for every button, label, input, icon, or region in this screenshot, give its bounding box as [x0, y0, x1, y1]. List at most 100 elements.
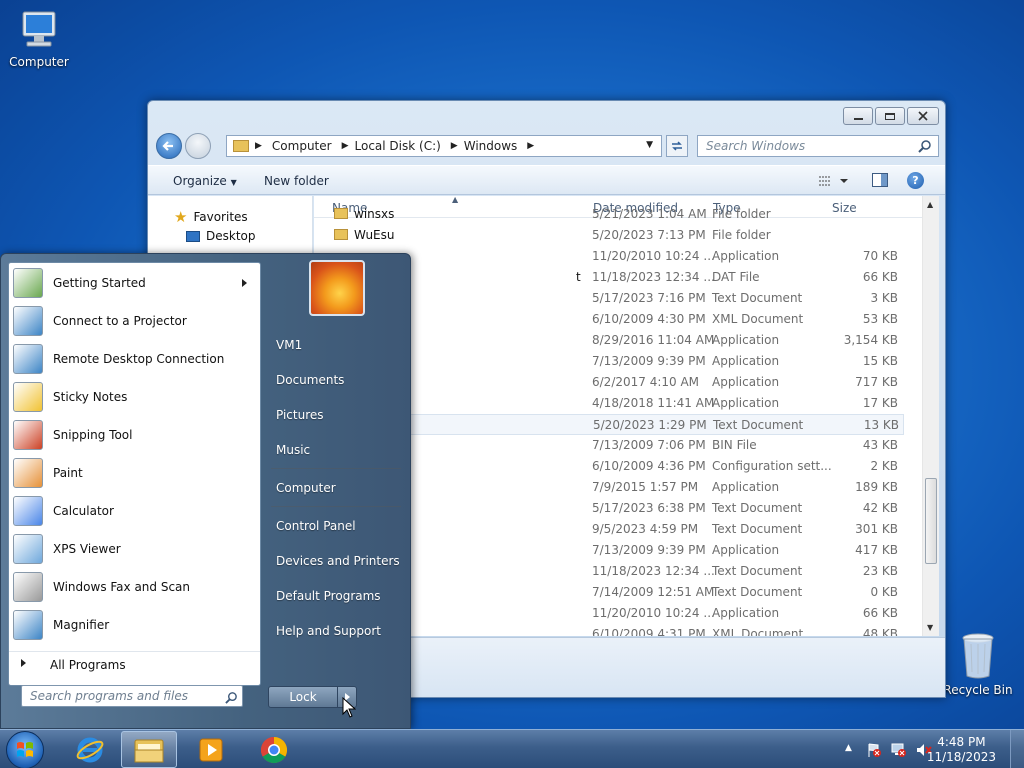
network-icon[interactable] [891, 742, 907, 761]
organize-button[interactable]: Organize ▼ [173, 174, 237, 188]
back-button[interactable] [156, 133, 182, 159]
vertical-scrollbar[interactable]: ▲ ▼ [922, 196, 939, 636]
internet-explorer-icon [76, 737, 104, 762]
lock-button[interactable]: Lock [268, 686, 338, 708]
submenu-arrow-icon[interactable] [242, 279, 247, 287]
table-row[interactable]: winsxs 5/21/2023 1:04 AM File folder [314, 204, 904, 225]
cell-date: 4/18/2018 11:41 AM [592, 396, 715, 410]
taskbar-media-player[interactable] [183, 731, 239, 768]
preview-pane-icon[interactable] [872, 173, 888, 187]
taskbar-chrome[interactable] [246, 731, 302, 768]
program-icon [13, 496, 43, 526]
cell-type: DAT File [712, 270, 760, 284]
cell-date: 6/10/2009 4:31 PM [592, 627, 706, 636]
start-search-input[interactable]: Search programs and files [21, 685, 243, 707]
start-place-item[interactable]: Documents [276, 373, 344, 387]
scroll-thumb[interactable] [925, 478, 937, 564]
close-button[interactable] [907, 107, 939, 125]
taskbar-windows-explorer[interactable] [121, 731, 177, 768]
cell-type: File folder [712, 228, 771, 242]
cell-date: 11/20/2010 10:24 ... [592, 606, 715, 620]
start-place-item[interactable]: Control Panel [276, 519, 356, 533]
cell-date: 6/10/2009 4:30 PM [592, 312, 706, 326]
program-icon [13, 344, 43, 374]
start-search-icon[interactable] [225, 691, 238, 707]
cell-date: 6/10/2009 4:36 PM [592, 459, 706, 473]
start-place-item[interactable]: VM1 [276, 338, 302, 352]
cell-type: Text Document [712, 291, 803, 305]
clock-date: 11/18/2023 [926, 750, 996, 764]
help-icon[interactable]: ? [907, 172, 924, 189]
cell-type: Text Document [712, 585, 803, 599]
start-place-item[interactable]: Help and Support [276, 624, 381, 638]
system-clock[interactable]: 4:48 PM 11/18/2023 [927, 735, 996, 765]
desktop-icon-recycle-bin[interactable]: Recycle Bin [938, 630, 1018, 697]
breadcrumb-local-disk[interactable]: Local Disk (C:) [355, 139, 441, 153]
search-windows-input[interactable]: Search Windows [697, 135, 939, 157]
restore-button[interactable] [875, 107, 905, 125]
start-program-item[interactable]: Paint [13, 455, 257, 491]
show-desktop-button[interactable] [1010, 730, 1024, 768]
cell-name: winsxs [354, 207, 395, 221]
show-hidden-icons-button[interactable]: ▲ [845, 743, 852, 753]
cell-date: 11/18/2023 12:34 ... [592, 564, 715, 578]
nav-favorites[interactable]: ★ Favorites [174, 208, 248, 226]
scroll-down-icon[interactable]: ▼ [927, 623, 933, 632]
menu-separator [271, 506, 401, 507]
cell-size: 301 KB [855, 522, 898, 536]
breadcrumb-windows[interactable]: Windows [464, 139, 518, 153]
new-folder-button[interactable]: New folder [264, 174, 329, 188]
program-icon [13, 306, 43, 336]
scroll-up-icon[interactable]: ▲ [927, 200, 933, 209]
program-label: Remote Desktop Connection [53, 352, 225, 366]
start-program-item[interactable]: Remote Desktop Connection [13, 341, 257, 377]
computer-icon [17, 10, 61, 52]
cell-size: 2 KB [870, 459, 898, 473]
desktop-icon-computer[interactable]: Computer [2, 10, 76, 69]
cell-type: Text Document [712, 564, 803, 578]
taskbar-internet-explorer[interactable] [62, 731, 118, 768]
program-label: Paint [53, 466, 83, 480]
nav-desktop[interactable]: Desktop [186, 229, 256, 243]
start-place-item[interactable]: Devices and Printers [276, 554, 400, 568]
start-place-item[interactable]: Pictures [276, 408, 324, 422]
start-place-item[interactable]: Computer [276, 481, 336, 495]
address-bar[interactable]: ▶ Computer ▶ Local Disk (C:) ▶ Windows ▶… [226, 135, 662, 157]
table-row[interactable]: WuEsu 5/20/2023 7:13 PM File folder [314, 225, 904, 246]
view-options-icon[interactable] [818, 175, 848, 190]
taskbar: ▲ 4:48 PM 11/18/2023 [0, 729, 1024, 768]
start-program-item[interactable]: Snipping Tool [13, 417, 257, 453]
cell-size: 17 KB [862, 396, 898, 410]
cell-type: Application [712, 543, 780, 557]
desktop-icon-label: Computer [9, 55, 69, 69]
start-program-item[interactable]: Calculator [13, 493, 257, 529]
start-program-item[interactable]: Magnifier [13, 607, 257, 643]
start-program-item[interactable]: Getting Started [13, 265, 257, 301]
address-dropdown-icon[interactable]: ▼ [646, 140, 653, 150]
minimize-button[interactable] [843, 107, 873, 125]
breadcrumb-computer[interactable]: Computer [272, 139, 332, 153]
cell-type: Application [712, 333, 780, 347]
user-picture[interactable] [309, 260, 365, 316]
cell-type: XML Document [712, 312, 804, 326]
cell-type: Application [712, 354, 780, 368]
start-program-item[interactable]: Windows Fax and Scan [13, 569, 257, 605]
program-icon [13, 534, 43, 564]
all-programs-button[interactable]: All Programs [9, 651, 260, 677]
start-program-item[interactable]: Connect to a Projector [13, 303, 257, 339]
start-programs-pane: Getting Started Connect to a Projector Rem… [8, 262, 261, 686]
forward-button[interactable] [185, 133, 211, 159]
start-program-item[interactable]: XPS Viewer [13, 531, 257, 567]
start-button[interactable] [6, 731, 44, 768]
start-menu: Getting Started Connect to a Projector Rem… [0, 253, 411, 729]
folder-icon [233, 140, 249, 152]
start-place-item[interactable]: Default Programs [276, 589, 381, 603]
search-icon[interactable] [918, 139, 932, 156]
program-label: XPS Viewer [53, 542, 121, 556]
cell-size: 70 KB [862, 249, 898, 263]
start-program-item[interactable]: Sticky Notes [13, 379, 257, 415]
action-center-flag-icon[interactable] [866, 742, 882, 761]
program-icon [13, 382, 43, 412]
start-place-item[interactable]: Music [276, 443, 310, 457]
refresh-button[interactable] [666, 135, 688, 157]
